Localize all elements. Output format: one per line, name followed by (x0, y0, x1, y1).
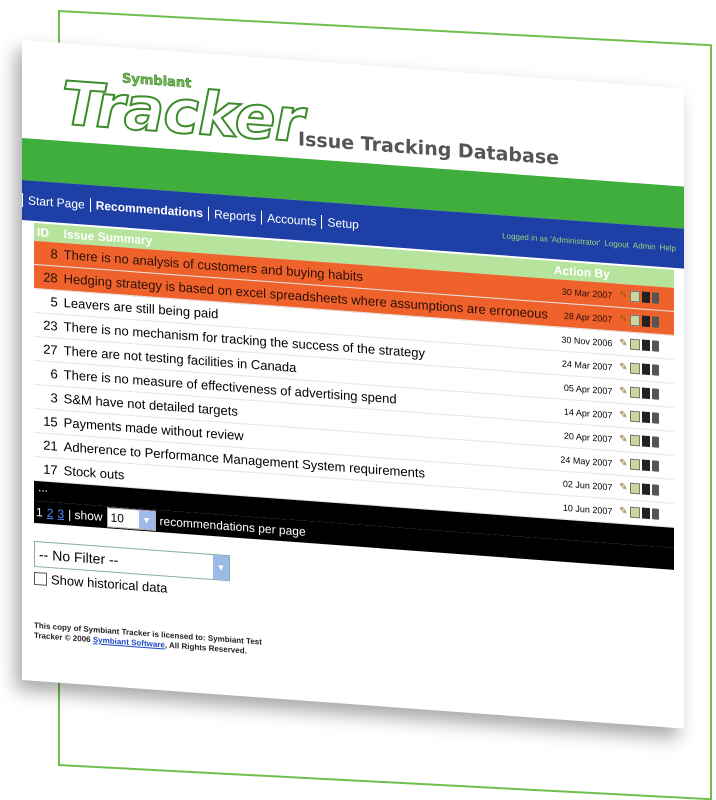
document-icon[interactable] (642, 339, 651, 351)
row-id: 15 (34, 408, 61, 435)
edit-icon[interactable]: ✎ (618, 361, 628, 374)
page-link-3[interactable]: 3 (57, 507, 64, 521)
chevron-down-icon[interactable]: ▼ (138, 510, 155, 530)
historical-option[interactable]: Show historical data (34, 571, 674, 633)
nav-recommendations[interactable]: Recommendations (89, 197, 209, 221)
historical-label: Show historical data (51, 572, 168, 596)
note-icon[interactable] (630, 482, 641, 494)
issues-table: ID Issue Summary Action By 8 There is no … (34, 222, 674, 528)
edit-icon[interactable]: ✎ (618, 409, 628, 422)
admin-link[interactable]: Admin (633, 240, 656, 251)
document-icon[interactable] (642, 507, 651, 519)
row-id: 27 (34, 336, 61, 363)
page-link-2[interactable]: 2 (47, 506, 54, 520)
delete-icon[interactable] (652, 291, 660, 304)
show-label: | show (68, 507, 103, 524)
table-body: 8 There is no analysis of customers and b… (34, 240, 674, 528)
edit-icon[interactable]: ✎ (618, 385, 628, 398)
logout-link[interactable]: Logout (604, 238, 628, 249)
note-icon[interactable] (630, 290, 641, 302)
app-window: Symbiant Tracker Issue Tracking Database… (22, 40, 684, 729)
delete-icon[interactable] (652, 363, 660, 376)
delete-icon[interactable] (652, 483, 660, 496)
nav-setup[interactable]: Setup (321, 214, 364, 233)
document-icon[interactable] (642, 291, 651, 303)
note-icon[interactable] (630, 362, 641, 374)
nav-start-page[interactable]: Start Page (22, 193, 90, 212)
historical-checkbox[interactable] (34, 571, 47, 586)
footer: This copy of Symbiant Tracker is license… (34, 621, 262, 658)
row-id: 23 (34, 312, 61, 339)
note-icon[interactable] (630, 434, 641, 446)
document-icon[interactable] (642, 483, 651, 495)
page-current: 1 (36, 505, 43, 520)
document-icon[interactable] (642, 387, 651, 399)
nav-reports[interactable]: Reports (208, 206, 262, 225)
user-links: Logged in as 'Administrator' Logout Admi… (502, 231, 676, 253)
note-icon[interactable] (630, 506, 641, 518)
edit-icon[interactable]: ✎ (618, 337, 628, 350)
row-id: 3 (34, 384, 61, 411)
note-icon[interactable] (630, 410, 641, 422)
note-icon[interactable] (630, 314, 641, 326)
note-icon[interactable] (630, 458, 641, 470)
edit-icon[interactable]: ✎ (618, 457, 628, 470)
row-id: 8 (34, 240, 61, 267)
edit-icon[interactable]: ✎ (618, 433, 628, 446)
per-page-value: 10 (110, 510, 124, 526)
delete-icon[interactable] (652, 507, 660, 520)
main-content: ID Issue Summary Action By 8 There is no … (34, 222, 674, 633)
row-actions: ✎ (615, 499, 674, 528)
note-icon[interactable] (630, 338, 641, 350)
note-icon[interactable] (630, 386, 641, 398)
document-icon[interactable] (642, 411, 651, 423)
edit-icon[interactable]: ✎ (618, 481, 628, 494)
delete-icon[interactable] (652, 387, 660, 400)
delete-icon[interactable] (652, 459, 660, 472)
row-id: 6 (34, 360, 61, 387)
chevron-down-icon[interactable]: ▼ (213, 555, 229, 581)
document-icon[interactable] (642, 363, 651, 375)
header-id[interactable]: ID (34, 222, 61, 243)
document-icon[interactable] (642, 435, 651, 447)
document-icon[interactable] (642, 315, 651, 327)
row-id: 21 (34, 432, 61, 459)
per-page-select[interactable]: 10 ▼ (106, 507, 156, 531)
document-icon[interactable] (642, 459, 651, 471)
row-id: 28 (34, 264, 61, 291)
help-link[interactable]: Help (660, 242, 676, 252)
logged-in-text: Logged in as 'Administrator' (502, 230, 601, 247)
nav-accounts[interactable]: Accounts (261, 210, 322, 229)
edit-icon[interactable]: ✎ (618, 505, 628, 518)
delete-icon[interactable] (652, 315, 660, 328)
delete-icon[interactable] (652, 411, 660, 424)
edit-icon[interactable]: ✎ (618, 313, 628, 326)
delete-icon[interactable] (652, 435, 660, 448)
row-id: 5 (34, 288, 61, 315)
row-id: 17 (34, 456, 61, 483)
filter-value: -- No Filter -- (39, 546, 119, 569)
delete-icon[interactable] (652, 339, 660, 352)
edit-icon[interactable]: ✎ (618, 289, 628, 302)
